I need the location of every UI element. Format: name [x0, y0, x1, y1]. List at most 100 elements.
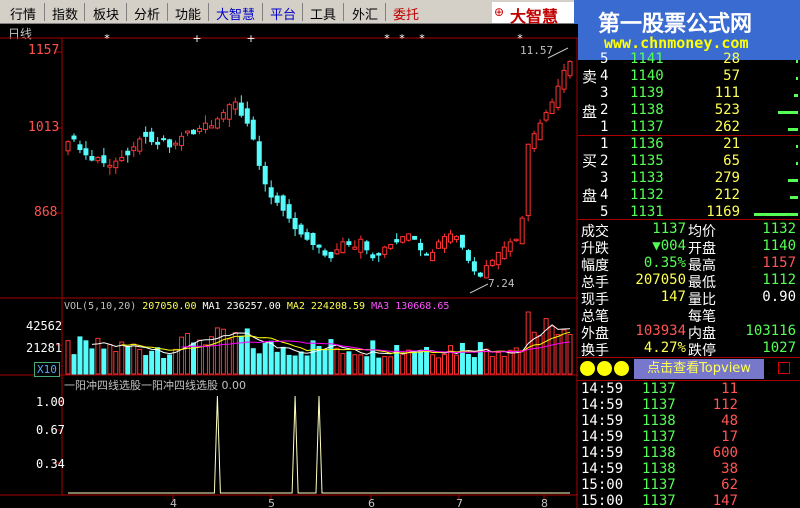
kline-chart[interactable]: * + + * * * * — [0, 0, 578, 508]
high-annotation: 11.57 — [520, 44, 554, 57]
quote-value: 103934 — [635, 323, 686, 339]
volume-bar — [322, 349, 328, 375]
book-price: 1136 — [630, 136, 664, 152]
tick-time: 14:59 — [581, 381, 624, 397]
volume-bar — [202, 344, 208, 375]
volume-bar — [119, 341, 125, 375]
event-marker-icon: * — [419, 32, 425, 45]
tick-row: 14:59 1138 600 — [578, 445, 800, 461]
sell_book-row[interactable]: 5 1141 28 — [578, 51, 800, 67]
book-level: 4 — [600, 68, 609, 84]
candle-body — [262, 165, 268, 185]
candle-body — [250, 119, 256, 140]
tick-price: 1137 — [642, 397, 676, 413]
book-volume: 21 — [723, 136, 740, 152]
dot-button[interactable] — [614, 361, 629, 376]
buy_book-row[interactable]: 5 1131 1169 — [578, 204, 800, 220]
candle-body — [442, 236, 447, 249]
candle-body — [310, 233, 316, 246]
volume-bar — [507, 349, 513, 375]
candle-body — [453, 236, 459, 241]
candle-body — [507, 241, 513, 252]
candle-body — [340, 241, 346, 254]
buy_book-row[interactable]: 3 1133 279 — [578, 170, 800, 186]
volume-bar — [155, 347, 161, 375]
candle-body — [424, 253, 430, 256]
vol-legend-ma1: MA1 236257.00 — [202, 301, 281, 312]
quote-row: 幅度 0.35% 最高 1157 — [578, 255, 800, 274]
topview-bar: 点击查看Topview — [578, 358, 800, 380]
sell_book-row[interactable]: 3 1139 111 — [578, 85, 800, 101]
volume-bar — [101, 348, 107, 375]
dot-button[interactable] — [597, 361, 612, 376]
candle-body — [214, 118, 220, 129]
indicator-legend: 一阳冲四线选股一阳冲四线选股 0.00 — [64, 379, 246, 392]
tick-volume: 112 — [712, 397, 738, 413]
dot-button[interactable] — [580, 361, 595, 376]
volume-bar — [483, 348, 489, 375]
candle-body — [555, 85, 561, 108]
volume-bar — [567, 333, 573, 375]
book-price: 1138 — [630, 102, 664, 118]
event-marker-icon: * — [399, 32, 405, 45]
panel-toggle-button[interactable] — [778, 362, 790, 374]
volume-bar — [352, 354, 358, 375]
tick-row: 14:59 1138 48 — [578, 413, 800, 429]
tick-volume: 17 — [721, 429, 738, 445]
candle-body — [167, 139, 173, 148]
book-volume: 111 — [714, 85, 740, 101]
candle-body — [376, 253, 382, 256]
buy_book-row[interactable]: 4 1132 212 — [578, 187, 800, 203]
candle-body — [477, 272, 483, 277]
topview-button[interactable]: 点击查看Topview — [634, 359, 764, 379]
indicator-axis-label: 0.67 — [36, 423, 65, 437]
book-volume: 28 — [723, 51, 740, 67]
candle-body — [238, 102, 244, 116]
quote-value: 1132 — [762, 221, 796, 237]
book-volume: 262 — [714, 119, 740, 135]
tick-time: 14:59 — [581, 413, 624, 429]
quote-row: 总手 207050 最低 1112 — [578, 272, 800, 291]
candle-body — [256, 141, 262, 166]
book-level: 2 — [600, 153, 609, 169]
book-price: 1137 — [630, 119, 664, 135]
volume-axis-label: 21281 — [26, 341, 63, 355]
sell_book-row[interactable]: 1 1137 262 — [578, 119, 800, 135]
buy_book-row[interactable]: 1 1136 21 — [578, 136, 800, 152]
candle-body — [292, 218, 298, 230]
candle-body — [208, 125, 214, 129]
candle-body — [77, 144, 83, 151]
tick-row: 14:59 1137 112 — [578, 397, 800, 413]
book-price: 1135 — [630, 153, 664, 169]
volume-bar — [555, 334, 561, 375]
x-tick-label: 4 — [170, 497, 177, 508]
x-tick-label: 8 — [541, 497, 548, 508]
candle-body — [155, 141, 161, 145]
event-marker-icon: + — [192, 32, 201, 45]
candle-body — [513, 238, 519, 242]
sell_book-row[interactable]: 2 1138 523 — [578, 102, 800, 118]
volume-bar — [459, 342, 465, 375]
volume-bar — [179, 336, 185, 375]
candle-body — [400, 236, 406, 243]
volume-bar — [447, 345, 453, 375]
volume-bar — [83, 340, 89, 375]
candle-body — [202, 122, 208, 130]
buy_book-row[interactable]: 2 1135 65 — [578, 153, 800, 169]
candle-body — [316, 244, 322, 248]
tick-row: 14:59 1138 38 — [578, 461, 800, 477]
candle-body — [447, 233, 453, 243]
volume-bar — [292, 355, 298, 375]
book-level: 1 — [600, 136, 609, 152]
sell_book-row[interactable]: 4 1140 57 — [578, 68, 800, 84]
quote-value: 103116 — [745, 323, 796, 339]
candle-body — [107, 164, 113, 168]
book-volume-bar — [795, 77, 798, 80]
candle-body — [412, 235, 418, 240]
book-volume-bar — [754, 213, 798, 216]
volume-bar — [161, 357, 167, 375]
quote-value: 1112 — [762, 272, 796, 288]
tick-row: 14:59 1137 17 — [578, 429, 800, 445]
candle-body — [459, 234, 465, 248]
volume-bar — [232, 332, 238, 375]
